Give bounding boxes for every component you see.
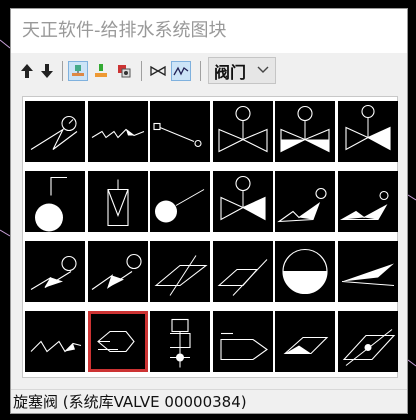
parallelogram-filled-icon[interactable]: [275, 311, 335, 372]
flat-zigzag-valve-icon[interactable]: [25, 311, 85, 372]
toolbar-separator: [141, 61, 142, 81]
level-gauge-line-icon[interactable]: [150, 101, 210, 162]
parallelogram-valve-2-icon[interactable]: [212, 241, 273, 302]
float-line-valve-icon[interactable]: [150, 171, 210, 232]
arrow-up-icon[interactable]: [17, 61, 37, 81]
half-circle-tank-icon[interactable]: [275, 241, 335, 302]
replace-block-icon[interactable]: [114, 61, 134, 81]
parallelogram-valve-icon[interactable]: [150, 241, 210, 302]
half-filled-butterfly-actuator-icon[interactable]: [212, 171, 273, 232]
filled-wedge-valve-icon[interactable]: [337, 241, 398, 302]
zigzag-valve-icon[interactable]: [87, 101, 148, 162]
angle-valve-gauge-icon[interactable]: [25, 101, 85, 162]
box-valve-bracket-icon[interactable]: [87, 171, 148, 232]
arrow-down-icon[interactable]: [37, 61, 57, 81]
toolbar-separator: [200, 61, 201, 81]
zigzag-view-icon[interactable]: [171, 61, 191, 81]
block-library-window: 天正软件-给排水系统图块 阀门 旋塞阀 (系统库VALVE 00000384): [10, 8, 408, 414]
pressure-valve-icon[interactable]: [150, 311, 210, 372]
half-filled-butterfly-valve-icon[interactable]: [275, 101, 335, 162]
toolbar-separator: [62, 61, 63, 81]
ball-valve-actuator-icon[interactable]: [337, 101, 398, 162]
parallelogram-dot-icon[interactable]: [337, 311, 398, 372]
butterfly-valve-icon[interactable]: [148, 61, 168, 81]
plug-valve-icon[interactable]: [87, 311, 148, 372]
window-title: 天正软件-给排水系统图块: [11, 9, 407, 53]
insert-block-icon[interactable]: [91, 61, 111, 81]
oblique-valve-circle-icon[interactable]: [25, 241, 85, 302]
category-select[interactable]: 阀门: [208, 57, 276, 84]
block-gallery: [22, 96, 398, 378]
oblique-valve-filled-icon[interactable]: [275, 171, 335, 232]
butterfly-valve-actuator-icon[interactable]: [212, 101, 273, 162]
library-view-icon[interactable]: [68, 61, 88, 81]
oblique-valve-circle-2-icon[interactable]: [87, 241, 148, 302]
toolbar: 阀门: [11, 53, 407, 87]
pentagon-valve-icon[interactable]: [212, 311, 273, 372]
chevron-down-icon: [257, 66, 269, 73]
float-ball-valve-icon[interactable]: [25, 171, 85, 232]
oblique-valve-filled-2-icon[interactable]: [337, 171, 398, 232]
category-select-value: 阀门: [214, 62, 247, 82]
status-bar: 旋塞阀 (系统库VALVE 00000384): [11, 389, 407, 413]
